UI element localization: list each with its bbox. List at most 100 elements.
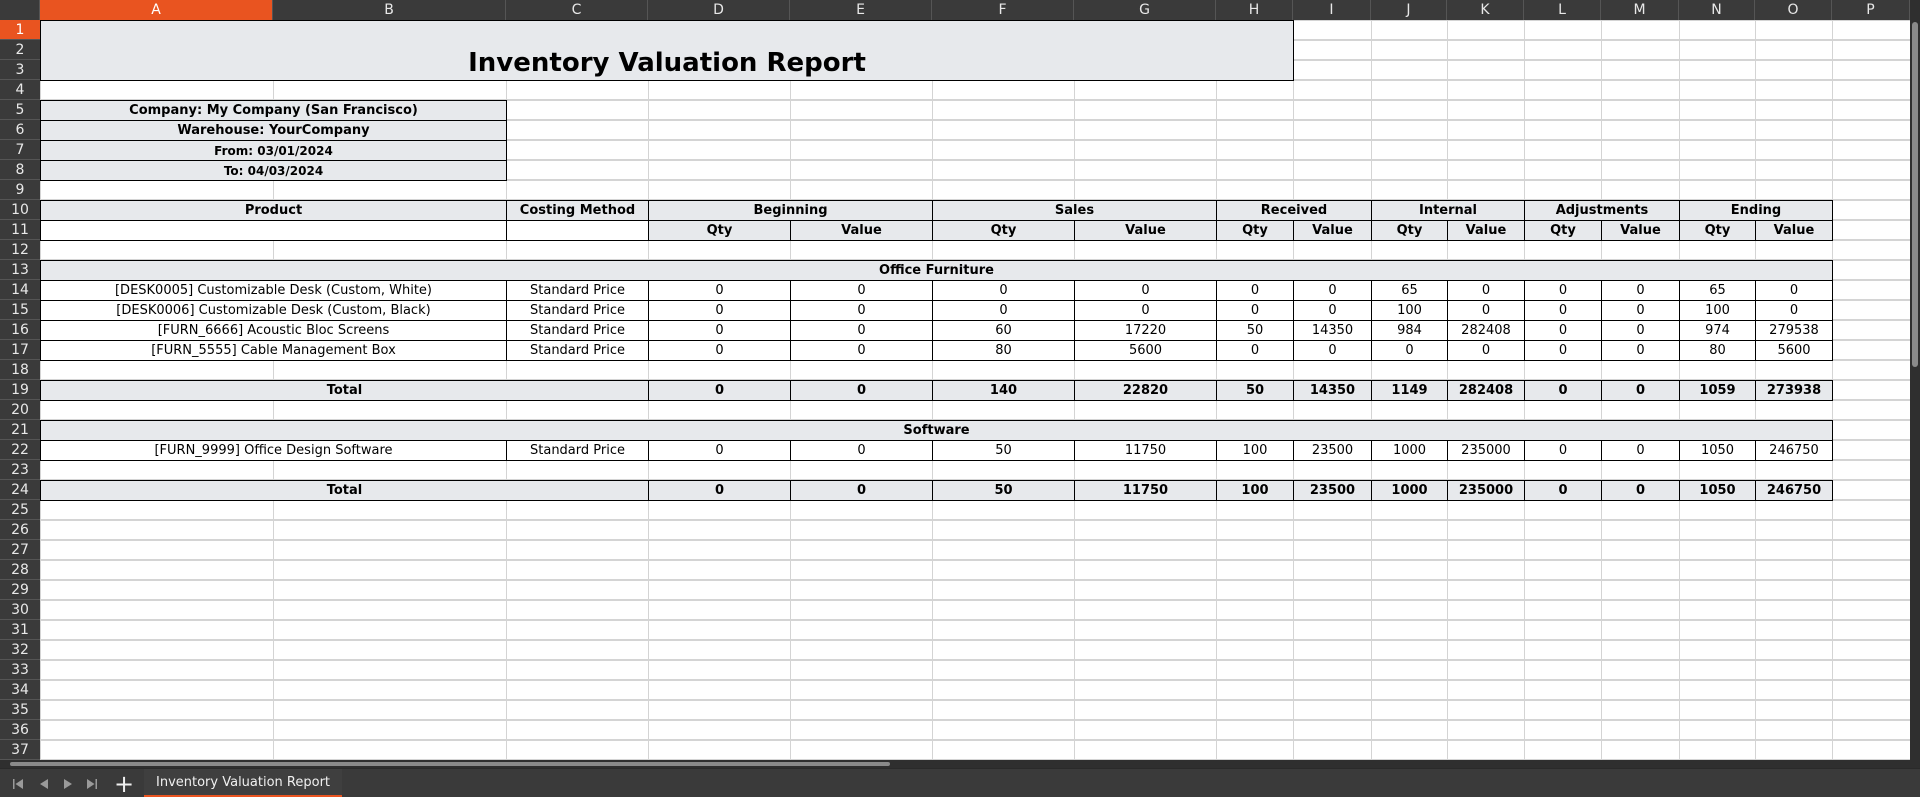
header-qty[interactable]: Qty <box>1679 220 1756 241</box>
row-header-22[interactable]: 22 <box>0 440 40 460</box>
previous-sheet-icon[interactable] <box>34 774 54 794</box>
data-cell[interactable]: 0 <box>1074 300 1217 321</box>
header-value[interactable]: Value <box>1755 220 1833 241</box>
total-cell[interactable]: 0 <box>790 380 933 401</box>
total-cell[interactable]: 0 <box>790 480 933 501</box>
total-cell[interactable]: 50 <box>932 480 1075 501</box>
data-cell[interactable]: 1000 <box>1371 440 1448 461</box>
data-cell[interactable]: 0 <box>790 440 933 461</box>
data-cell[interactable]: 282408 <box>1447 320 1525 341</box>
company-info[interactable]: Company: My Company (San Francisco) <box>40 100 507 121</box>
data-cell[interactable]: 23500 <box>1293 440 1372 461</box>
column-header-e[interactable]: E <box>790 0 932 20</box>
data-cell[interactable]: 0 <box>1371 340 1448 361</box>
column-header-f[interactable]: F <box>932 0 1074 20</box>
row-header-1[interactable]: 1 <box>0 20 40 40</box>
header-group-internal[interactable]: Internal <box>1371 200 1525 221</box>
section-header[interactable]: Software <box>40 420 1833 441</box>
data-cell[interactable]: 0 <box>648 300 791 321</box>
data-cell[interactable]: 0 <box>1524 280 1602 301</box>
row-header-3[interactable]: 3 <box>0 60 40 80</box>
horizontal-scrollbar[interactable] <box>0 760 1920 768</box>
data-cell[interactable]: 0 <box>648 440 791 461</box>
row-header-23[interactable]: 23 <box>0 460 40 480</box>
costing-method[interactable]: Standard Price <box>506 320 649 341</box>
date-from[interactable]: From: 03/01/2024 <box>40 140 507 161</box>
total-cell[interactable]: 0 <box>1601 380 1680 401</box>
header-value[interactable]: Value <box>1074 220 1217 241</box>
total-cell[interactable]: 1000 <box>1371 480 1448 501</box>
data-cell[interactable]: 0 <box>1074 280 1217 301</box>
column-header-g[interactable]: G <box>1074 0 1216 20</box>
header-group-received[interactable]: Received <box>1216 200 1372 221</box>
total-cell[interactable]: 1149 <box>1371 380 1448 401</box>
product-name[interactable]: [FURN_9999] Office Design Software <box>40 440 507 461</box>
row-header-16[interactable]: 16 <box>0 320 40 340</box>
header-product-sub[interactable] <box>40 220 507 241</box>
horizontal-scroll-thumb[interactable] <box>10 762 890 766</box>
data-cell[interactable]: 5600 <box>1074 340 1217 361</box>
row-header-17[interactable]: 17 <box>0 340 40 360</box>
column-header-i[interactable]: I <box>1293 0 1371 20</box>
data-cell[interactable]: 100 <box>1371 300 1448 321</box>
data-cell[interactable]: 0 <box>790 280 933 301</box>
product-name[interactable]: [FURN_6666] Acoustic Bloc Screens <box>40 320 507 341</box>
total-label[interactable]: Total <box>40 380 649 401</box>
row-header-37[interactable]: 37 <box>0 740 40 760</box>
row-header-4[interactable]: 4 <box>0 80 40 100</box>
header-group-beginning[interactable]: Beginning <box>648 200 933 221</box>
last-sheet-icon[interactable] <box>82 774 102 794</box>
data-cell[interactable]: 0 <box>648 280 791 301</box>
header-group-sales[interactable]: Sales <box>932 200 1217 221</box>
data-cell[interactable]: 11750 <box>1074 440 1217 461</box>
row-header-36[interactable]: 36 <box>0 720 40 740</box>
data-cell[interactable]: 0 <box>1524 320 1602 341</box>
data-cell[interactable]: 80 <box>932 340 1075 361</box>
total-cell[interactable]: 11750 <box>1074 480 1217 501</box>
column-header-k[interactable]: K <box>1447 0 1524 20</box>
data-cell[interactable]: 0 <box>1293 280 1372 301</box>
column-header-l[interactable]: L <box>1524 0 1601 20</box>
first-sheet-icon[interactable] <box>8 774 28 794</box>
total-cell[interactable]: 273938 <box>1755 380 1833 401</box>
data-cell[interactable]: 0 <box>790 340 933 361</box>
row-header-28[interactable]: 28 <box>0 560 40 580</box>
row-header-32[interactable]: 32 <box>0 640 40 660</box>
row-header-25[interactable]: 25 <box>0 500 40 520</box>
header-value[interactable]: Value <box>1601 220 1680 241</box>
header-costing-method[interactable]: Costing Method <box>506 200 649 221</box>
data-cell[interactable]: 0 <box>1601 340 1680 361</box>
row-header-11[interactable]: 11 <box>0 220 40 240</box>
data-cell[interactable]: 50 <box>932 440 1075 461</box>
row-header-15[interactable]: 15 <box>0 300 40 320</box>
product-name[interactable]: [DESK0006] Customizable Desk (Custom, Bl… <box>40 300 507 321</box>
row-header-6[interactable]: 6 <box>0 120 40 140</box>
data-cell[interactable]: 0 <box>1755 280 1833 301</box>
data-cell[interactable]: 246750 <box>1755 440 1833 461</box>
total-cell[interactable]: 1050 <box>1679 480 1756 501</box>
header-costing-method-sub[interactable] <box>506 220 649 241</box>
section-header[interactable]: Office Furniture <box>40 260 1833 281</box>
data-cell[interactable]: 235000 <box>1447 440 1525 461</box>
header-product[interactable]: Product <box>40 200 507 221</box>
data-cell[interactable]: 60 <box>932 320 1075 341</box>
header-group-adjustments[interactable]: Adjustments <box>1524 200 1680 221</box>
data-cell[interactable]: 279538 <box>1755 320 1833 341</box>
data-cell[interactable]: 65 <box>1679 280 1756 301</box>
data-cell[interactable]: 0 <box>1755 300 1833 321</box>
data-cell[interactable]: 0 <box>1601 280 1680 301</box>
data-cell[interactable]: 0 <box>1447 300 1525 321</box>
data-cell[interactable]: 0 <box>1524 300 1602 321</box>
total-cell[interactable]: 0 <box>1524 380 1602 401</box>
row-header-9[interactable]: 9 <box>0 180 40 200</box>
data-cell[interactable]: 1050 <box>1679 440 1756 461</box>
column-header-m[interactable]: M <box>1601 0 1679 20</box>
data-cell[interactable]: 0 <box>1293 300 1372 321</box>
total-label[interactable]: Total <box>40 480 649 501</box>
header-value[interactable]: Value <box>1293 220 1372 241</box>
data-cell[interactable]: 0 <box>1216 300 1294 321</box>
header-qty[interactable]: Qty <box>648 220 791 241</box>
data-cell[interactable]: 0 <box>1216 340 1294 361</box>
column-header-d[interactable]: D <box>648 0 790 20</box>
costing-method[interactable]: Standard Price <box>506 340 649 361</box>
